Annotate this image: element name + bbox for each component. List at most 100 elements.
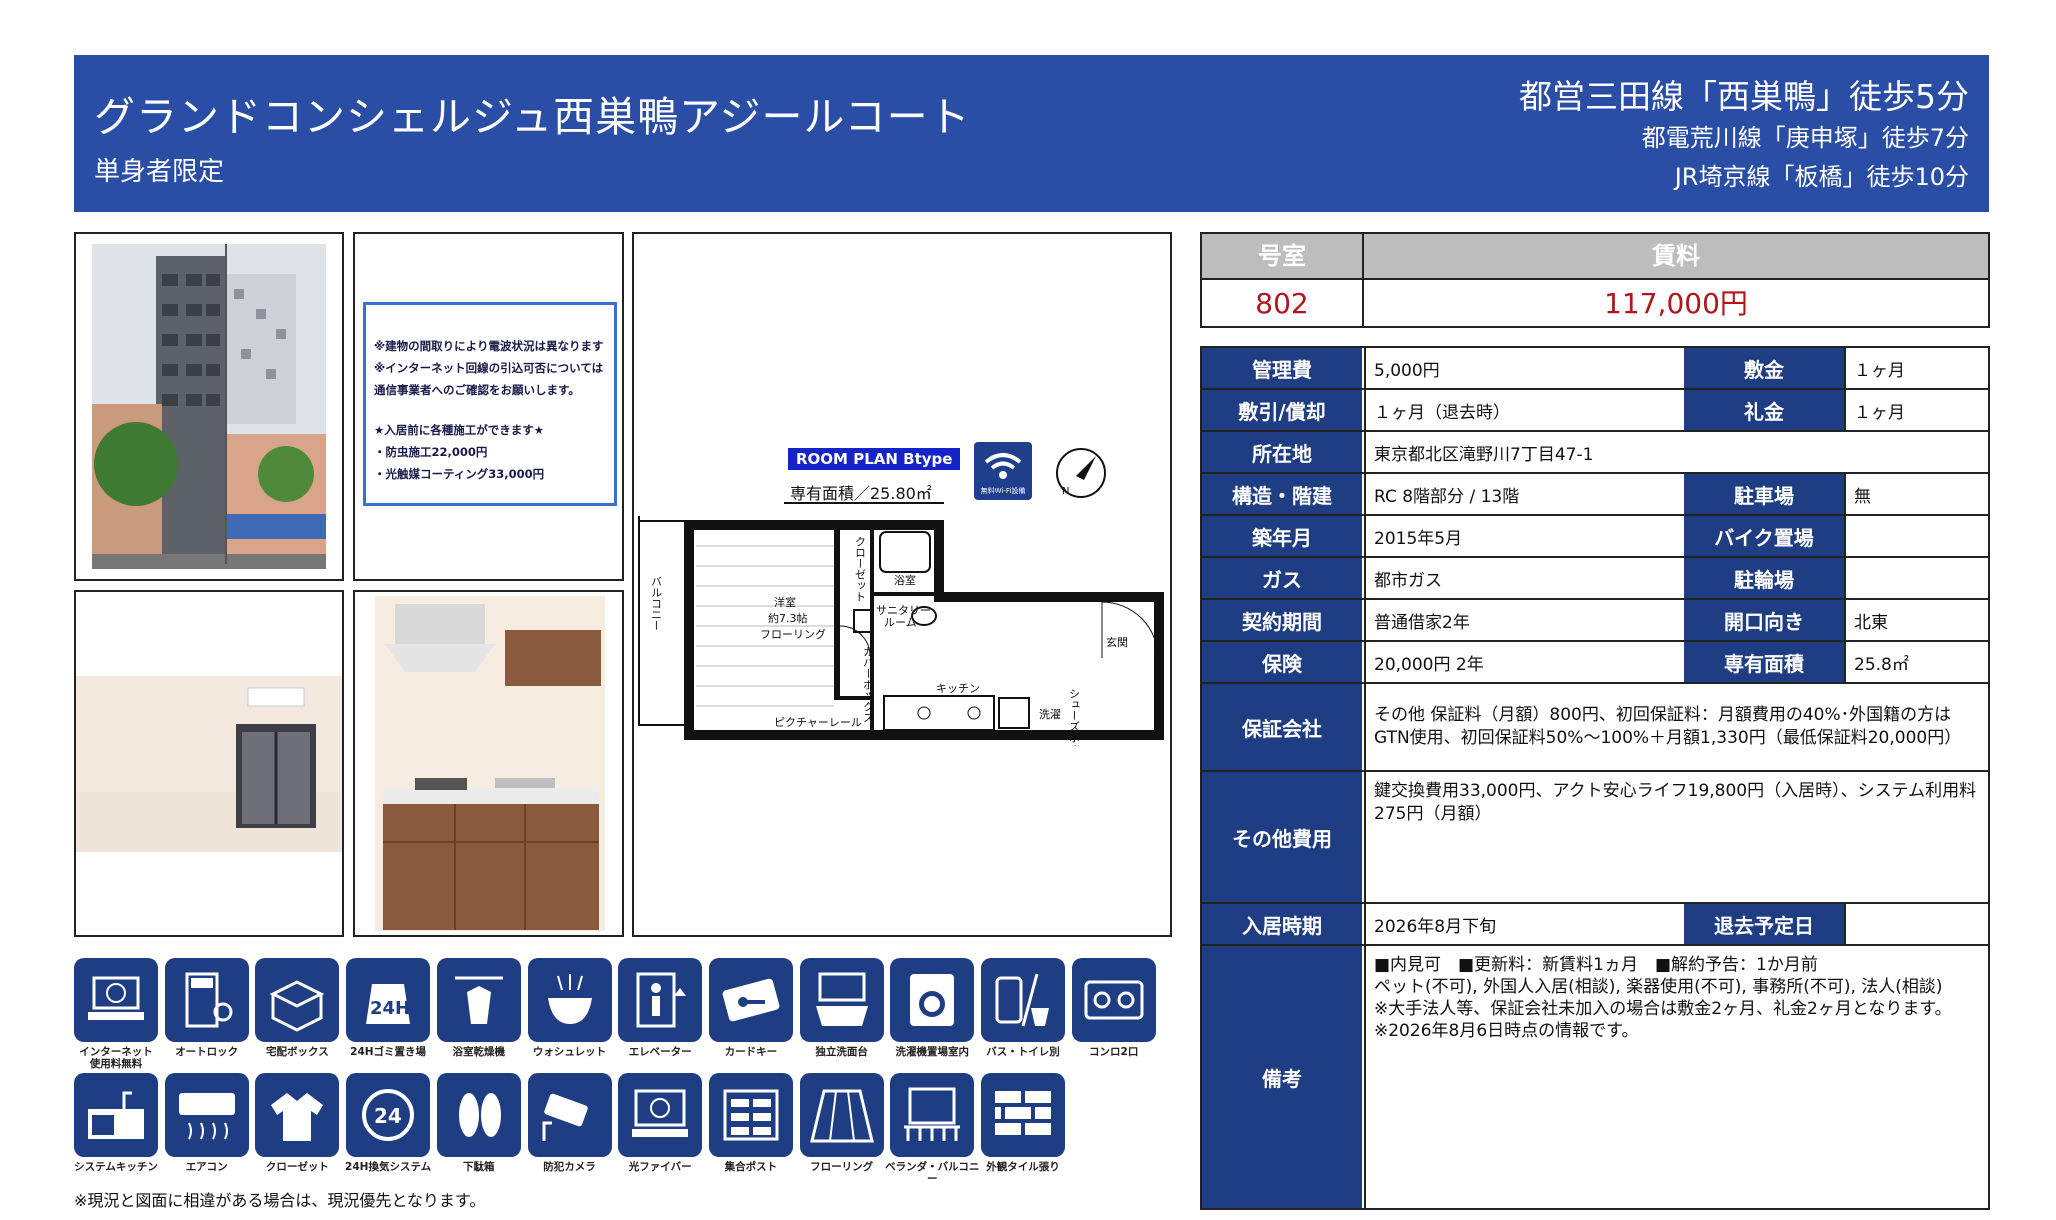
- notice-line: 通信事業者へのご確認をお願いします。: [374, 383, 580, 397]
- building-exterior-photo: [74, 232, 344, 581]
- svg-text:シューズボックス: シューズボックス: [1068, 688, 1081, 746]
- remark-line: ペット(不可), 外国人入居(相談), 楽器使用(不可), 事務所(不可), 法…: [1374, 977, 1943, 997]
- value-structure: RC 8階部分 / 13階: [1364, 474, 1682, 514]
- delivery-box-icon: [255, 958, 340, 1042]
- notice-line: ・光触媒コーティング33,000円: [374, 467, 545, 481]
- row-fees: 管理費 5,000円 敷金 １ヶ月: [1202, 348, 1988, 390]
- value-gas: 都市ガス: [1364, 558, 1682, 598]
- kitchen-image: [355, 592, 622, 935]
- bath-dryer-icon: [436, 958, 521, 1042]
- svg-text:バルコニー: バルコニー: [650, 576, 663, 631]
- label-area: 専有面積: [1684, 642, 1844, 682]
- amenity-label: エレベーター: [628, 1046, 692, 1058]
- closet-icon: [255, 1073, 340, 1157]
- remark-line: ■内見可 ■更新料：新賃料1ヵ月 ■解約予告：1か月前: [1374, 955, 1818, 975]
- shoe-box-icon: [436, 1073, 521, 1157]
- amenity-item: コンロ2口: [1070, 958, 1158, 1070]
- label-management-fee: 管理費: [1202, 348, 1362, 388]
- value-remarks: ■内見可 ■更新料：新賃料1ヵ月 ■解約予告：1か月前 ペット(不可), 外国人…: [1364, 946, 1988, 1208]
- svg-text:玄関: 玄関: [1106, 635, 1128, 649]
- amenity-item: 外観タイル張り: [979, 1073, 1067, 1185]
- wifi-caption: 無料Wi-Fi設備: [980, 487, 1026, 495]
- amenity-item: 24 24H換気システム: [344, 1073, 432, 1185]
- rent-table: 号室 賃料 802 117,000円: [1200, 232, 1990, 328]
- station-access-2: 都電荒川線「庚申塚」徒歩7分: [1641, 124, 1969, 152]
- label-insurance: 保険: [1202, 642, 1362, 682]
- amenity-item: カードキー: [707, 958, 795, 1070]
- remark-line: ※大手法人等、保証会社未加入の場合は敷金2ヶ月、礼金2ヶ月となります。: [1374, 999, 1952, 1019]
- svg-text:洗濯: 洗濯: [1039, 708, 1061, 721]
- row-remarks: 備考 ■内見可 ■更新料：新賃料1ヵ月 ■解約予告：1か月前 ペット(不可), …: [1202, 946, 1988, 1208]
- notice-line: ※インターネット回線の引込可否については: [374, 361, 604, 375]
- row-structure: 構造・階建 RC 8階部分 / 13階 駐車場 無: [1202, 474, 1988, 516]
- label-built: 築年月: [1202, 516, 1362, 556]
- footnote: ※現況と図面に相違がある場合は、現況優先となります。: [74, 1191, 486, 1210]
- amenity-label: フローリング: [810, 1161, 874, 1173]
- room-number-header: 号室: [1202, 234, 1362, 278]
- amenity-label: 宅配ボックス: [266, 1046, 329, 1058]
- plan-area-text: 専有面積／25.80㎡: [790, 484, 932, 503]
- svg-text:浴室: 浴室: [894, 573, 916, 587]
- rent-table-divider: [1362, 234, 1364, 326]
- bath-toilet-separate-icon: [981, 958, 1065, 1042]
- room-interior-image: [76, 592, 342, 935]
- rent-value: 117,000円: [1364, 278, 1988, 326]
- row-built: 築年月 2015年5月 バイク置場: [1202, 516, 1988, 558]
- amenity-item: バス・トイレ別: [979, 958, 1067, 1070]
- value-area: 25.8㎡: [1844, 642, 1988, 682]
- wifi-badge: 無料Wi-Fi設備: [974, 442, 1032, 500]
- value-deposit: １ヶ月: [1844, 348, 1988, 388]
- stove-icon: [1071, 958, 1156, 1042]
- compass-icon: N: [1056, 448, 1106, 498]
- card-key-icon: [708, 958, 793, 1042]
- washing-machine-icon: [890, 958, 975, 1042]
- amenity-item: システムキッチン: [72, 1073, 160, 1185]
- label-remarks: 備考: [1202, 946, 1362, 1208]
- value-guarantor: その他 保証料（月額）800円、初回保証料：月額費用の40%･外国籍の方はGTN…: [1364, 684, 1988, 770]
- row-guarantor: 保証会社 その他 保証料（月額）800円、初回保証料：月額費用の40%･外国籍の…: [1202, 684, 1988, 772]
- amenity-label: 防犯カメラ: [543, 1161, 596, 1173]
- amenity-item: 洗濯機置場室内: [888, 958, 976, 1070]
- amenity-item: 24H 24Hゴミ置き場: [344, 958, 432, 1070]
- system-kitchen-icon: [74, 1073, 158, 1157]
- balcony-icon: [890, 1073, 975, 1157]
- row-insurance: 保険 20,000円 2年 専有面積 25.8㎡: [1202, 642, 1988, 684]
- value-move-out: [1844, 904, 1988, 944]
- amenity-label: 下駄箱: [463, 1161, 495, 1173]
- vanity-icon: [799, 958, 884, 1042]
- value-amortization: １ヶ月（退去時）: [1364, 390, 1682, 430]
- label-address: 所在地: [1202, 432, 1362, 472]
- amenity-label: 光ファイバー: [628, 1161, 692, 1173]
- wifi-icon: [984, 453, 1022, 479]
- row-move-in: 入居時期 2026年8月下旬 退去予定日: [1202, 904, 1988, 946]
- svg-text:フローリング: フローリング: [760, 627, 826, 641]
- label-other-fees: その他費用: [1202, 772, 1362, 902]
- amenity-label: 浴室乾燥機: [452, 1046, 506, 1058]
- amenity-label: インターネット 使用料無料: [79, 1046, 153, 1070]
- flooring-icon: [799, 1073, 884, 1157]
- amenity-label: 24Hゴミ置き場: [350, 1046, 427, 1058]
- amenity-label: システムキッチン: [74, 1161, 158, 1173]
- row-amortization: 敷引/償却 １ヶ月（退去時） 礼金 １ヶ月: [1202, 390, 1988, 432]
- internet-free-icon: [74, 958, 158, 1042]
- notice-panel: ※建物の間取りにより電波状況は異なります ※インターネット回線の引込可否について…: [353, 232, 624, 581]
- compass-letter: N: [1062, 486, 1069, 497]
- row-contract: 契約期間 普通借家2年 開口向き 北東: [1202, 600, 1988, 642]
- label-move-out: 退去予定日: [1684, 904, 1844, 944]
- svg-text:24H: 24H: [370, 998, 410, 1019]
- amenity-item: インターネット 使用料無料: [72, 958, 160, 1070]
- amenity-item: 浴室乾燥機: [435, 958, 523, 1070]
- svg-text:ルーム: ルーム: [884, 616, 917, 629]
- amenity-label: バス・トイレ別: [986, 1046, 1060, 1058]
- floor-plan-drawing: 洋室 約7.3帖 フローリング 浴室 サニタリー ルーム キッチン 玄関 洗濯 …: [638, 516, 1164, 746]
- value-insurance: 20,000円 2年: [1364, 642, 1682, 682]
- value-other-fees: 鍵交換費用33,000円、アクト安心ライフ19,800円（入居時）、システム利用…: [1364, 772, 1988, 902]
- amenity-label: コンロ2口: [1089, 1046, 1139, 1058]
- room-number-value: 802: [1202, 278, 1362, 326]
- notice-line: ・防虫施工22,000円: [374, 445, 488, 459]
- label-bicycle-parking: 駐輪場: [1684, 558, 1844, 598]
- amenity-item: 下駄箱: [435, 1073, 523, 1185]
- value-built: 2015年5月: [1364, 516, 1682, 556]
- notice-line: ★入居前に各種施工ができます★: [374, 423, 545, 437]
- svg-text:ピクチャーレール: ピクチャーレール: [774, 716, 862, 729]
